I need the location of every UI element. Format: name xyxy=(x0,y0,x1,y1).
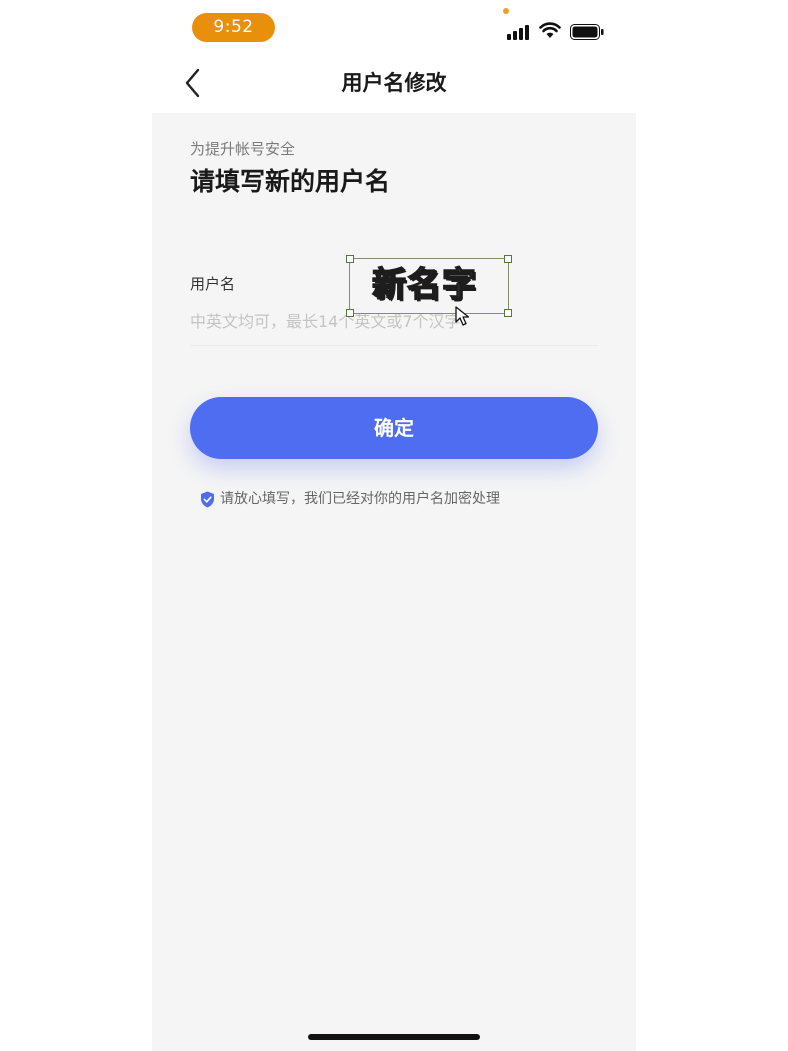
resize-handle-bottom-left[interactable] xyxy=(346,309,354,317)
phone-screen: 9:52 用户名修改 为提升帐号安全 请填写新的用户名 用户名 中英文均可，最长… xyxy=(152,0,636,1051)
privacy-notice-text: 请放心填写，我们已经对你的用户名加密处理 xyxy=(220,491,500,507)
shield-check-icon xyxy=(201,491,214,507)
intro-heading: 请填写新的用户名 xyxy=(190,167,391,196)
home-indicator[interactable] xyxy=(308,1034,480,1040)
resize-handle-top-right[interactable] xyxy=(504,255,512,263)
privacy-notice: 请放心填写，我们已经对你的用户名加密处理 xyxy=(200,488,500,510)
input-underline xyxy=(190,345,598,346)
battery-icon xyxy=(570,24,604,40)
status-time: 9:52 xyxy=(192,13,275,42)
username-label: 用户名 xyxy=(190,275,236,293)
privacy-indicator-dot xyxy=(503,8,509,14)
intro-subtitle: 为提升帐号安全 xyxy=(190,140,296,158)
confirm-button[interactable]: 确定 xyxy=(190,397,598,459)
mouse-cursor-icon xyxy=(455,306,470,326)
wifi-icon xyxy=(539,22,561,38)
page-title: 用户名修改 xyxy=(341,71,447,95)
cellular-signal-icon xyxy=(507,24,531,40)
top-bar: 9:52 用户名修改 xyxy=(152,0,636,113)
sticker-text[interactable]: 新名字 xyxy=(371,263,477,307)
resize-handle-top-left[interactable] xyxy=(346,255,354,263)
resize-handle-bottom-right[interactable] xyxy=(504,309,512,317)
